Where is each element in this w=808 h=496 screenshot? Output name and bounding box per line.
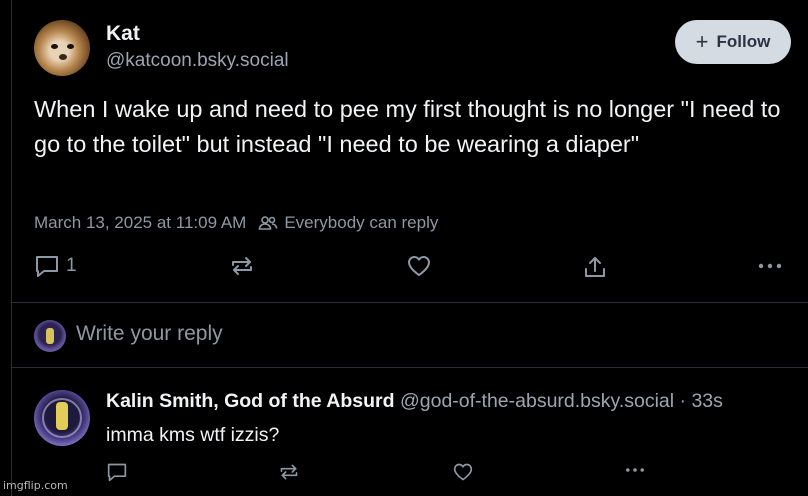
reply-time[interactable]: 33s	[691, 390, 722, 412]
reply-prompt-input[interactable]: Write your reply	[76, 322, 223, 346]
author-avatar[interactable]	[34, 20, 90, 76]
people-icon	[259, 216, 278, 230]
comment-icon	[107, 463, 127, 482]
post-timestamp[interactable]: March 13, 2025 at 11:09 AM	[34, 213, 246, 233]
reply-author-handle[interactable]: @god-of-the-absurd.bsky.social	[400, 390, 674, 412]
post-meta: March 13, 2025 at 11:09 AM Everybody can…	[34, 213, 438, 233]
plus-icon: +	[695, 29, 709, 54]
follow-label: Follow	[716, 32, 771, 51]
comment-button[interactable]: 1	[34, 254, 77, 278]
reply-setting-label: Everybody can reply	[284, 213, 439, 232]
reply-author-name[interactable]: Kalin Smith, God of the Absurd	[106, 390, 395, 412]
repost-icon	[232, 257, 252, 275]
reply-separator: ·	[679, 390, 687, 412]
watermark: imgflip.com	[3, 479, 68, 492]
repost-button[interactable]	[229, 254, 255, 278]
follow-button[interactable]: + Follow	[675, 20, 791, 64]
reply-more-options-button[interactable]	[624, 462, 646, 478]
comment-icon	[36, 256, 58, 277]
feed-frame: Kat @katcoon.bsky.social + Follow When I…	[11, 0, 808, 496]
divider	[12, 367, 808, 368]
heart-icon	[408, 256, 430, 276]
post-text: When I wake up and need to pee my first …	[34, 96, 781, 157]
repost-icon	[280, 464, 298, 480]
share-icon	[585, 257, 605, 277]
like-button[interactable]	[406, 254, 432, 278]
more-options-button[interactable]	[757, 256, 783, 276]
reply-author-avatar[interactable]	[34, 390, 90, 446]
divider	[12, 302, 808, 303]
author-name[interactable]: Kat	[106, 22, 140, 46]
reply-setting: Everybody can reply	[258, 213, 438, 233]
reply-header: Kalin Smith, God of the Absurd @god-of-t…	[106, 390, 723, 413]
author-handle[interactable]: @katcoon.bsky.social	[106, 50, 289, 72]
reply-count: 1	[66, 255, 77, 276]
reply-comment-button[interactable]	[106, 462, 128, 482]
reply-text: imma kms wtf izzis?	[106, 424, 280, 446]
more-icon	[626, 468, 644, 472]
more-icon	[758, 263, 782, 269]
reply-repost-button[interactable]	[278, 462, 300, 482]
heart-icon	[453, 463, 473, 481]
share-button[interactable]	[582, 254, 608, 280]
reply-like-button[interactable]	[452, 462, 474, 482]
current-user-avatar	[34, 320, 66, 352]
